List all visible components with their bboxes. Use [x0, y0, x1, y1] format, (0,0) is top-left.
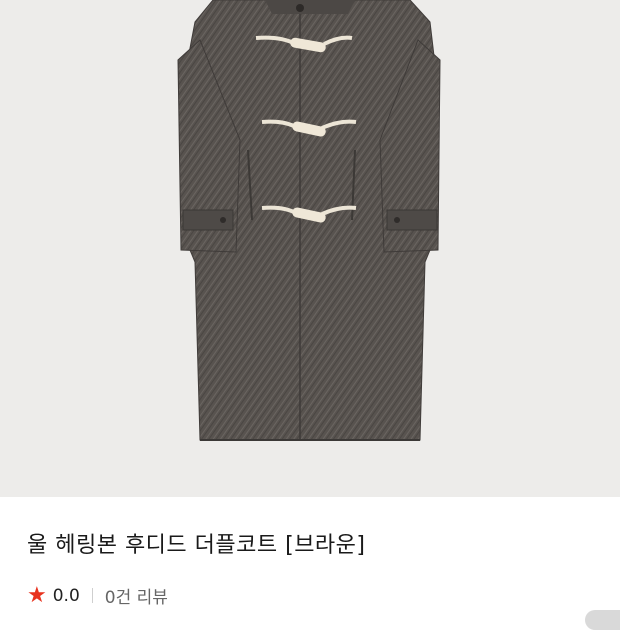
divider — [91, 588, 93, 603]
coat-illustration — [177, 0, 441, 441]
product-info: 울 헤링본 후디드 더플코트 [브라운] ★ 0.0 0건 리뷰 — [0, 497, 620, 620]
product-title[interactable]: 울 헤링본 후디드 더플코트 [브라운] — [27, 527, 366, 559]
review-count[interactable]: 0건 리뷰 — [105, 583, 168, 608]
rating-row: ★ 0.0 0건 리뷰 — [27, 583, 168, 608]
star-icon: ★ — [27, 582, 47, 608]
rating-value: 0.0 — [52, 585, 80, 606]
scroll-indicator — [585, 610, 620, 630]
product-image[interactable] — [0, 0, 620, 497]
